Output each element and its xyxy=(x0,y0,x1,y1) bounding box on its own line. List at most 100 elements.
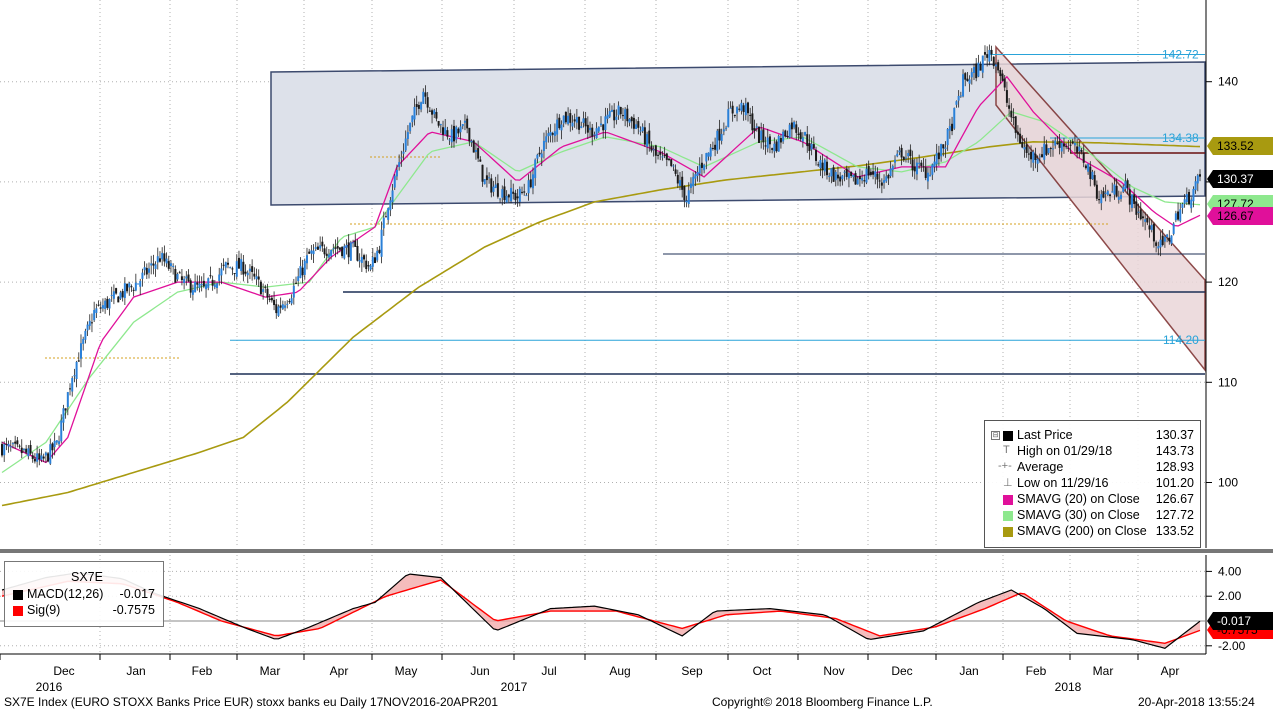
candle-body xyxy=(11,443,14,445)
month-label: Nov xyxy=(823,664,844,678)
price-legend[interactable]: ⊟ Last Price 130.37 T High on 01/29/18 1… xyxy=(984,420,1201,548)
candle-body xyxy=(352,242,355,244)
macd-legend[interactable]: SX7E MACD(12,26) -0.017 Sig(9) -0.7575 xyxy=(4,561,164,627)
candle-body xyxy=(578,116,581,130)
candle-body xyxy=(141,272,144,279)
candle-body xyxy=(266,288,269,298)
candle-body xyxy=(714,144,717,150)
candle-body xyxy=(1196,175,1199,184)
candle-body xyxy=(323,248,326,255)
candle-body xyxy=(632,117,635,129)
candle-body xyxy=(760,130,763,141)
candle-body xyxy=(494,184,497,188)
candle-body xyxy=(1008,105,1011,109)
candle-body xyxy=(268,298,271,300)
candle-body xyxy=(290,298,293,304)
candle-body xyxy=(82,338,85,344)
footer-security-description: SX7E Index (EURO STOXX Banks Price EUR) … xyxy=(4,695,498,709)
candle-body xyxy=(202,280,205,287)
candle-body xyxy=(970,72,973,78)
candle-body xyxy=(343,246,346,259)
candle-body xyxy=(174,268,177,283)
candle-body xyxy=(944,147,947,150)
month-label: Jan xyxy=(126,664,145,678)
candle-body xyxy=(999,70,1002,77)
legend-row-last-price: Last Price 130.37 xyxy=(985,428,1200,444)
candle-body xyxy=(1038,156,1041,158)
candle-body xyxy=(1179,209,1182,222)
candle-body xyxy=(257,276,260,280)
candle-body xyxy=(1091,171,1094,180)
candle-body xyxy=(527,180,530,194)
candle-body xyxy=(808,143,811,151)
candle-body xyxy=(400,157,403,159)
candle-body xyxy=(806,134,809,147)
candle-body xyxy=(610,109,613,112)
candle-body xyxy=(275,304,278,314)
candle-body xyxy=(55,440,58,443)
candle-body xyxy=(981,55,984,73)
candle-body xyxy=(880,182,883,186)
candle-body xyxy=(621,115,624,117)
candle-body xyxy=(1194,181,1197,191)
candle-body xyxy=(968,79,971,84)
candle-body xyxy=(856,178,859,185)
candle-body xyxy=(867,165,870,176)
candle-body xyxy=(542,140,545,151)
candle-body xyxy=(797,133,800,135)
candle-body xyxy=(832,167,835,182)
legend-row-sma30: SMAVG (30) on Close 127.72 xyxy=(985,508,1200,524)
candle-body xyxy=(338,247,341,250)
candle-body xyxy=(764,145,767,147)
candle-body xyxy=(435,111,438,119)
candle-body xyxy=(332,248,335,250)
candle-body xyxy=(639,130,642,132)
candle-body xyxy=(878,180,881,182)
legend-name: Average xyxy=(1017,460,1064,474)
candle-body xyxy=(1093,175,1096,186)
month-label: Feb xyxy=(1026,664,1047,678)
candle-body xyxy=(896,153,899,157)
candle-body xyxy=(1058,140,1061,148)
legend-name: SMAVG (20) on Close xyxy=(1017,492,1140,506)
footer-copyright: Copyright© 2018 Bloomberg Finance L.P. xyxy=(712,695,933,709)
price-tick-label: 120 xyxy=(1218,275,1238,289)
candle-body xyxy=(132,289,135,291)
sma30-swatch xyxy=(1003,511,1013,521)
candle-body xyxy=(1137,211,1140,213)
candle-body xyxy=(740,102,743,111)
candle-body xyxy=(468,127,471,142)
candle-body xyxy=(310,250,313,254)
candle-body xyxy=(1095,184,1098,199)
candle-body xyxy=(1071,141,1074,144)
month-label: Oct xyxy=(753,664,772,678)
candle-body xyxy=(1003,78,1006,88)
candle-body xyxy=(584,118,587,127)
candle-body xyxy=(406,132,409,139)
signal-swatch xyxy=(13,606,23,616)
legend-value: 130.37 xyxy=(1155,428,1194,442)
candle-body xyxy=(417,104,420,109)
legend-value: 143.73 xyxy=(1155,444,1194,458)
candle-body xyxy=(977,62,980,77)
last-price-tag: 130.37 xyxy=(1217,172,1254,186)
candle-body xyxy=(463,120,466,123)
candle-body xyxy=(990,49,993,55)
candle-body xyxy=(5,443,8,445)
candle-body xyxy=(553,131,556,136)
candle-body xyxy=(137,283,140,285)
candle-body xyxy=(575,117,578,123)
candle-body xyxy=(823,159,826,172)
candle-body xyxy=(297,276,300,282)
candle-body xyxy=(198,283,201,288)
candle-body xyxy=(415,104,418,107)
candle-body xyxy=(793,121,796,128)
candle-body xyxy=(883,180,886,183)
level-label: 114.20 xyxy=(1163,333,1199,347)
candle-body xyxy=(1181,204,1184,209)
candle-body xyxy=(79,343,82,359)
candle-body xyxy=(801,137,804,142)
candle-body xyxy=(854,173,857,185)
candle-body xyxy=(1188,192,1191,205)
candle-body xyxy=(900,147,903,158)
